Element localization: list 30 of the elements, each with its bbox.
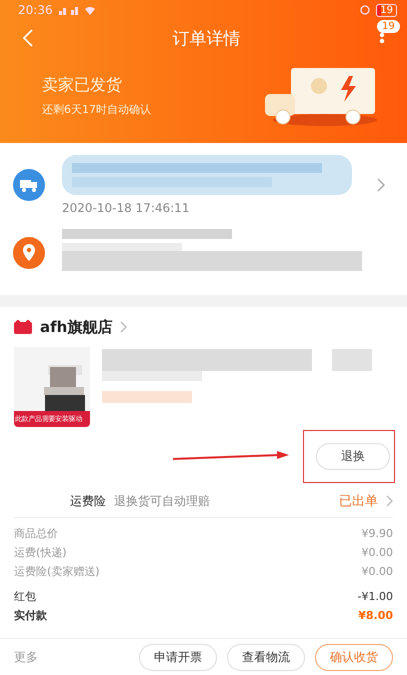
return-exchange-button[interactable]: 退换 <box>316 442 390 470</box>
chevron-right-icon[interactable] <box>386 495 393 507</box>
action-button[interactable]: 申请开票 <box>139 644 217 670</box>
store-name[interactable]: afh旗舰店 <box>40 318 112 336</box>
chevron-right-icon[interactable] <box>120 321 128 333</box>
cost-value: ¥0.00 <box>362 565 393 578</box>
cost-label: 实付款 <box>14 608 47 623</box>
auto-confirm-countdown: 还剩6天17时自动确认 <box>42 102 152 117</box>
cost-value: ¥9.90 <box>362 527 393 540</box>
logistics-time: 2020-10-18 17:46:11 <box>62 201 190 215</box>
location-pin-icon <box>12 236 46 270</box>
tmall-icon <box>14 320 32 334</box>
cost-label: 运费险(卖家赠送) <box>14 564 100 579</box>
status-time: 20:36 <box>18 3 53 17</box>
action-button[interactable]: 查看物流 <box>227 644 305 670</box>
cost-label: 商品总价 <box>14 526 58 541</box>
order-status: 卖家已发货 <box>42 75 123 96</box>
cost-label: 红包 <box>14 589 36 604</box>
chevron-right-icon[interactable] <box>377 178 385 192</box>
page-title: 订单详情 <box>172 28 242 50</box>
message-badge: 19 <box>377 20 400 33</box>
insurance-label: 运费险 <box>70 492 106 510</box>
cost-label: 运费(快递) <box>14 545 67 560</box>
insurance-description: 退换货可自动理赔 <box>114 492 210 510</box>
cost-value: -¥1.00 <box>358 590 393 603</box>
truck-icon <box>12 168 46 202</box>
battery-level: 19 <box>376 4 397 16</box>
cost-value: ¥0.00 <box>362 546 393 559</box>
cost-value: ¥8.00 <box>358 609 393 622</box>
back-icon[interactable] <box>22 28 34 48</box>
